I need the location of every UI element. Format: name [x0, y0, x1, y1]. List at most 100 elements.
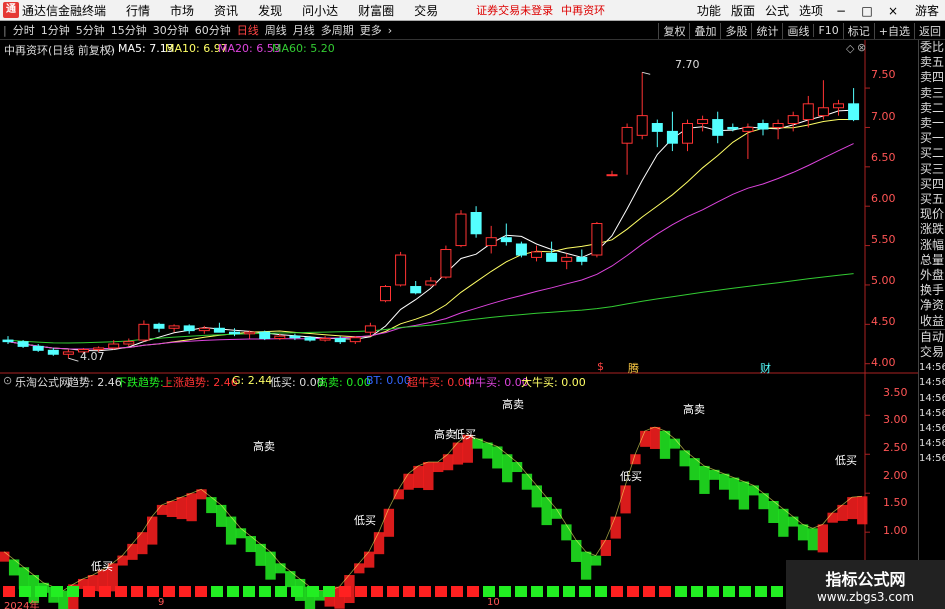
period-tab[interactable]: 15分钟 — [111, 22, 147, 38]
panel-item[interactable]: 外盘 — [919, 268, 945, 283]
tick-time: 14:56 — [919, 438, 945, 450]
event-marker[interactable]: 腾 — [628, 360, 639, 376]
candle-body — [848, 103, 860, 121]
trend-bar — [728, 477, 740, 500]
settings-icon[interactable]: ⊙ — [3, 374, 12, 387]
chart-area[interactable]: 中再资环(日线 前复权) ⊙ MA5: 7.13 MA10: 6.97 MA20… — [0, 40, 918, 609]
trend-bar — [620, 485, 631, 514]
panel-item[interactable]: 自动 — [919, 328, 945, 345]
signal-square — [755, 586, 767, 597]
panel-item[interactable]: 卖四 — [919, 70, 945, 85]
toolbar-overlay[interactable]: 叠加 — [689, 22, 720, 39]
panel-item[interactable]: 买一 — [919, 131, 945, 146]
period-tab-more[interactable]: 更多 — [360, 22, 382, 38]
candle-body — [304, 337, 316, 341]
trend-bar — [413, 465, 424, 488]
panel-item[interactable]: 买五 — [919, 192, 945, 207]
panel-item[interactable]: 交易 — [919, 345, 945, 360]
signal-square — [659, 586, 671, 597]
chevron-right-icon[interactable]: › — [388, 24, 392, 37]
trend-bar — [137, 532, 148, 555]
toolbar-rights[interactable]: 复权 — [658, 22, 689, 39]
trend-bar — [127, 543, 138, 560]
menu-item-trade[interactable]: 交易 — [414, 2, 438, 19]
panel-item[interactable]: 涨幅 — [919, 238, 945, 253]
ma60-value: MA60: 5.20 — [272, 42, 335, 55]
toolbar-watchlist[interactable]: +自选 — [873, 22, 914, 39]
toolbar-stats[interactable]: 统计 — [751, 22, 782, 39]
trend-bar — [610, 516, 621, 539]
panel-item[interactable]: 卖一 — [919, 116, 945, 131]
trend-bar — [778, 508, 789, 537]
period-tab[interactable]: 60分钟 — [195, 22, 231, 38]
event-marker[interactable]: 财 — [760, 360, 771, 376]
candle-body — [515, 243, 527, 256]
period-tab-active[interactable]: 日线 — [237, 22, 259, 38]
period-tab[interactable]: 1分钟 — [41, 22, 70, 38]
panel-item[interactable]: 买三 — [919, 162, 945, 177]
panel-item[interactable]: 总量 — [919, 253, 945, 268]
toolbar-draw[interactable]: 画线 — [782, 22, 813, 39]
toolbar-mark[interactable]: 标记 — [842, 22, 874, 39]
panel-item[interactable]: 收益 — [919, 314, 945, 329]
period-tab[interactable]: 5分钟 — [76, 22, 105, 38]
minimize-icon[interactable]: − — [833, 4, 849, 18]
price-tick: 7.00 — [871, 110, 896, 123]
menu-layout[interactable]: 版面 — [731, 2, 755, 19]
panel-item[interactable]: 买四 — [919, 177, 945, 192]
login-warning[interactable]: 证券交易未登录 — [476, 2, 553, 18]
signal-square — [83, 586, 95, 597]
settings-icon[interactable]: ⊙ — [105, 42, 114, 55]
period-tab[interactable]: 30分钟 — [153, 22, 189, 38]
menu-item-market[interactable]: 市场 — [170, 2, 194, 19]
menu-item-discover[interactable]: 发现 — [258, 2, 282, 19]
toolbar-multi[interactable]: 多股 — [720, 22, 751, 39]
trend-bar — [679, 450, 690, 467]
panel-item[interactable]: 换手 — [919, 283, 945, 298]
event-marker[interactable]: $ — [597, 360, 604, 373]
period-tab[interactable]: 月线 — [293, 22, 315, 38]
ind-tick: 1.00 — [883, 524, 908, 537]
menu-function[interactable]: 功能 — [697, 2, 721, 19]
trend-bar — [393, 489, 404, 500]
menu-options[interactable]: 选项 — [799, 2, 823, 19]
menu-item-wealth[interactable]: 财富圈 — [358, 2, 394, 19]
menu-item-quote[interactable]: 行情 — [126, 2, 150, 19]
panel-item[interactable]: 涨跌 — [919, 222, 945, 237]
candle-body — [546, 252, 558, 262]
period-tab[interactable]: 周线 — [265, 22, 287, 38]
panel-item[interactable]: 净资 — [919, 298, 945, 313]
panel-item[interactable]: 卖二 — [919, 101, 945, 116]
panel-item[interactable]: 委比 — [919, 40, 945, 55]
period-tab[interactable]: 分时 — [13, 22, 35, 38]
candle-body — [62, 351, 74, 355]
candle-body — [470, 212, 482, 235]
ind-tick: 3.00 — [883, 413, 908, 426]
panel-item[interactable]: 卖三 — [919, 86, 945, 101]
signal-square — [643, 586, 655, 597]
close-icon[interactable]: × — [885, 4, 901, 18]
menu-formula[interactable]: 公式 — [765, 2, 789, 19]
signal-square — [163, 586, 175, 597]
panel-item[interactable]: 现价 — [919, 207, 945, 222]
trend-bar — [571, 539, 582, 562]
user-label[interactable]: 游客 — [915, 2, 939, 19]
panel-item[interactable]: 卖五 — [919, 55, 945, 70]
close-pane-icon[interactable]: ⊗ — [857, 41, 866, 54]
candle-body — [833, 103, 844, 109]
maximize-icon[interactable]: □ — [859, 4, 875, 18]
stock-name-title: 中再资环 — [561, 4, 606, 17]
toolbar-f10[interactable]: F10 — [813, 24, 842, 37]
trend-bar — [433, 462, 444, 473]
toolbar-back[interactable]: 返回 — [914, 22, 945, 39]
menu-item-news[interactable]: 资讯 — [214, 2, 238, 19]
signal-square — [387, 586, 399, 597]
panel-item[interactable]: 买二 — [919, 146, 945, 161]
trend-bar — [373, 532, 385, 555]
menu-item-ask[interactable]: 问小达 — [302, 2, 338, 19]
chart-svg[interactable] — [0, 40, 918, 609]
ma5-line — [7, 109, 854, 352]
period-tab[interactable]: 多周期 — [321, 22, 354, 38]
price-tick: 6.50 — [871, 151, 896, 164]
diamond-icon[interactable]: ◇ — [846, 42, 854, 55]
